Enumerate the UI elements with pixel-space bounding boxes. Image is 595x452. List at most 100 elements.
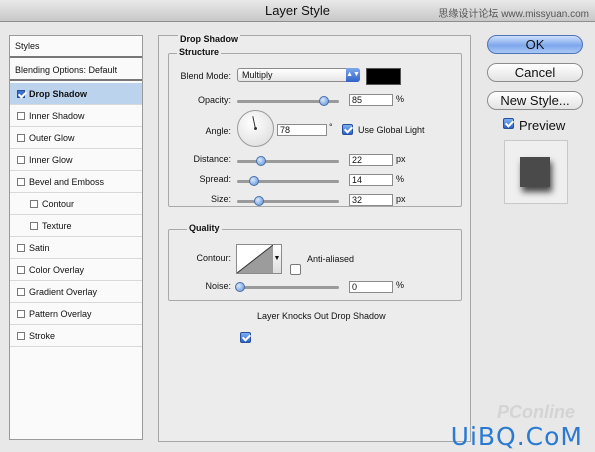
quality-title: Quality — [187, 223, 222, 233]
distance-label: Distance: — [193, 154, 231, 164]
spread-field[interactable]: 14 — [349, 174, 393, 186]
anti-aliased-checkbox[interactable] — [290, 264, 301, 275]
watermark-top: 思缘设计论坛 www.missyuan.com — [438, 9, 589, 20]
angle-dial-center — [254, 127, 257, 130]
drop-shadow-label: Drop Shadow — [29, 88, 87, 99]
list-item-bevel-and-emboss[interactable]: Bevel and Emboss — [10, 171, 142, 193]
opacity-unit: % — [396, 94, 405, 104]
size-slider-thumb[interactable] — [254, 196, 264, 206]
outer-glow-label: Outer Glow — [29, 132, 75, 143]
list-item-stroke[interactable]: Stroke — [10, 325, 142, 347]
styles-header[interactable]: Styles — [10, 36, 142, 58]
list-item-inner-glow[interactable]: Inner Glow — [10, 149, 142, 171]
blending-options-item[interactable]: Blending Options: Default — [10, 60, 142, 81]
new-style-button[interactable]: New Style... — [487, 91, 583, 110]
spread-label: Spread: — [199, 174, 231, 184]
ok-button[interactable]: OK — [487, 35, 583, 54]
angle-field[interactable]: 78 — [277, 124, 327, 136]
watermark-uibq: UiBQ.CoM — [450, 422, 583, 451]
contour-preview[interactable] — [236, 244, 274, 274]
styles-list: Styles Blending Options: Default Drop Sh… — [9, 35, 143, 440]
bevel-and-emboss-checkbox[interactable] — [17, 177, 25, 186]
angle-unit: ° — [329, 122, 333, 132]
opacity-label: Opacity: — [197, 95, 231, 105]
list-item-satin[interactable]: Satin — [10, 237, 142, 259]
contour-curve-icon — [237, 245, 273, 273]
noise-slider[interactable] — [237, 286, 339, 289]
knockout-checkbox[interactable] — [240, 332, 251, 343]
list-item-texture[interactable]: Texture — [10, 215, 142, 237]
distance-field[interactable]: 22 — [349, 154, 393, 166]
use-global-light-checkbox[interactable] — [342, 124, 353, 135]
spread-unit: % — [396, 174, 405, 184]
texture-checkbox[interactable] — [30, 221, 38, 230]
drop-shadow-panel: Drop Shadow Structure Blend Mode: Multip… — [158, 34, 471, 442]
noise-slider-thumb[interactable] — [235, 282, 245, 292]
angle-dial[interactable] — [237, 110, 274, 147]
preview-shadow-square — [520, 157, 550, 187]
color-overlay-checkbox[interactable] — [17, 265, 25, 274]
pattern-overlay-label: Pattern Overlay — [29, 308, 92, 319]
satin-checkbox[interactable] — [17, 243, 25, 252]
satin-label: Satin — [29, 242, 50, 253]
blend-mode-value: Multiply — [242, 70, 273, 80]
blend-mode-label: Blend Mode: — [180, 71, 231, 81]
contour-checkbox[interactable] — [30, 199, 38, 208]
blend-mode-select[interactable]: Multiply ▲▼ — [237, 68, 360, 82]
preview-label: Preview — [519, 118, 566, 133]
structure-title: Structure — [177, 47, 222, 57]
stroke-label: Stroke — [29, 330, 56, 341]
bevel-and-emboss-label: Bevel and Emboss — [29, 176, 105, 187]
stroke-checkbox[interactable] — [17, 331, 25, 340]
blending-options-label: Blending Options: Default — [15, 64, 118, 75]
size-unit: px — [396, 194, 406, 204]
list-item-contour[interactable]: Contour — [10, 193, 142, 215]
distance-unit: px — [396, 154, 406, 164]
list-item-inner-shadow[interactable]: Inner Shadow — [10, 105, 142, 127]
inner-glow-label: Inner Glow — [29, 154, 73, 165]
size-label: Size: — [210, 194, 231, 204]
opacity-field[interactable]: 85 — [349, 94, 393, 106]
gradient-overlay-checkbox[interactable] — [17, 287, 25, 296]
noise-field[interactable]: 0 — [349, 281, 393, 293]
outer-glow-checkbox[interactable] — [17, 133, 25, 142]
title-bar: Layer Style 思缘设计论坛 www.missyuan.com — [0, 0, 595, 22]
inner-glow-checkbox[interactable] — [17, 155, 25, 164]
triangle-down-icon: ▼ — [273, 255, 281, 262]
styles-header-label: Styles — [15, 41, 40, 51]
distance-slider[interactable] — [237, 160, 339, 163]
drop-shadow-checkbox[interactable] — [17, 89, 25, 98]
list-item-outer-glow[interactable]: Outer Glow — [10, 127, 142, 149]
updown-arrows-icon: ▲▼ — [346, 68, 360, 82]
angle-label: Angle: — [205, 126, 231, 136]
list-item-drop-shadow[interactable]: Drop Shadow — [10, 83, 142, 105]
inner-shadow-label: Inner Shadow — [29, 110, 85, 121]
size-field[interactable]: 32 — [349, 194, 393, 206]
cancel-button[interactable]: Cancel — [487, 63, 583, 82]
drop-shadow-title: Drop Shadow — [178, 34, 240, 44]
size-slider[interactable] — [237, 200, 339, 203]
color-overlay-label: Color Overlay — [29, 264, 85, 275]
contour-label: Contour: — [196, 253, 231, 263]
list-item-pattern-overlay[interactable]: Pattern Overlay — [10, 303, 142, 325]
watermark-pconline: PConline — [496, 402, 575, 422]
preview-checkbox[interactable] — [503, 118, 514, 129]
use-global-light-label: Use Global Light — [358, 125, 425, 135]
spread-slider-thumb[interactable] — [249, 176, 259, 186]
anti-aliased-label: Anti-aliased — [307, 254, 355, 264]
contour-label: Contour — [42, 198, 75, 209]
preview-thumbnail — [504, 140, 568, 204]
opacity-slider-thumb[interactable] — [319, 96, 329, 106]
gradient-overlay-label: Gradient Overlay — [29, 286, 98, 297]
texture-label: Texture — [42, 220, 72, 231]
list-item-color-overlay[interactable]: Color Overlay — [10, 259, 142, 281]
list-item-gradient-overlay[interactable]: Gradient Overlay — [10, 281, 142, 303]
noise-unit: % — [396, 280, 405, 290]
inner-shadow-checkbox[interactable] — [17, 111, 25, 120]
noise-label: Noise: — [205, 281, 231, 291]
knockout-label: Layer Knocks Out Drop Shadow — [257, 311, 386, 321]
distance-slider-thumb[interactable] — [256, 156, 266, 166]
contour-dropdown[interactable]: ▼ — [273, 244, 282, 274]
pattern-overlay-checkbox[interactable] — [17, 309, 25, 318]
shadow-color-swatch[interactable] — [366, 68, 401, 85]
